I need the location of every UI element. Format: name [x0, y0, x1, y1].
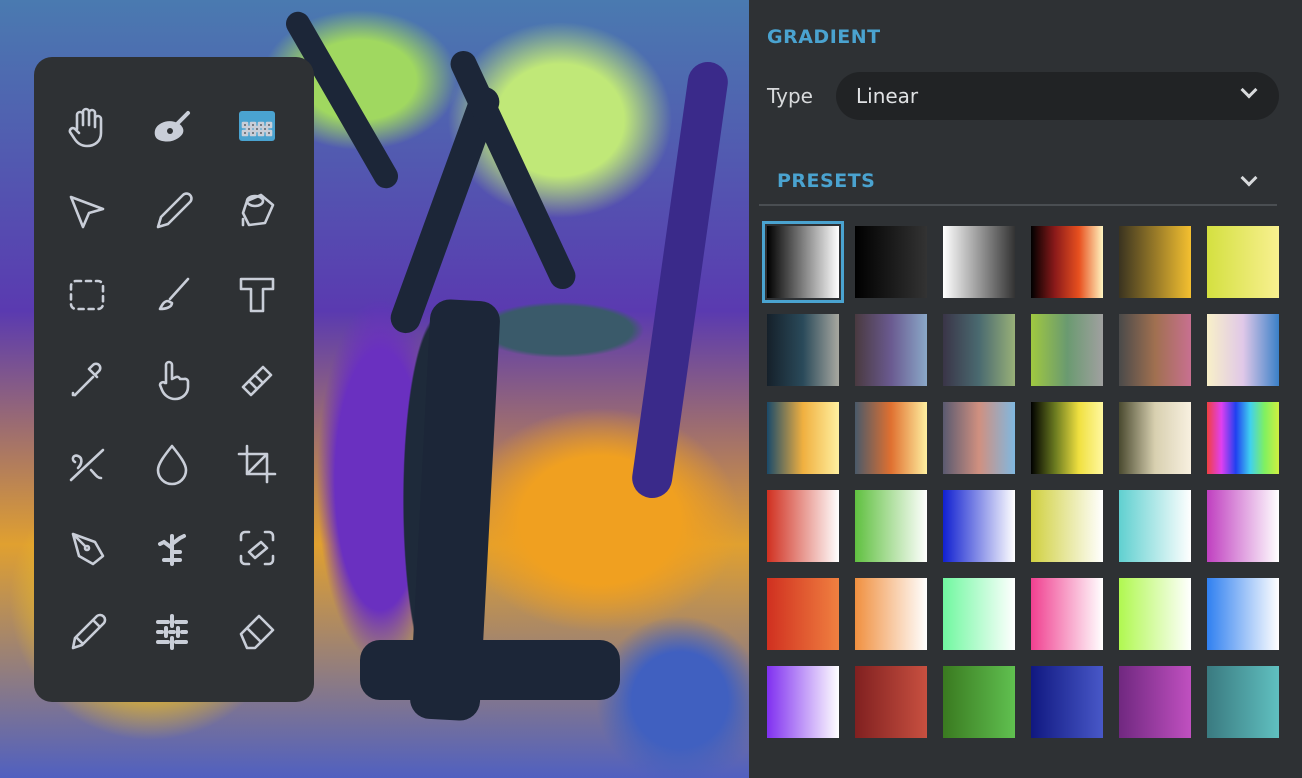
gradient-icon — [239, 111, 276, 142]
preset-swatch[interactable] — [855, 314, 927, 386]
preset-swatch[interactable] — [1119, 226, 1191, 298]
paint-bucket-icon — [242, 193, 275, 227]
preset-swatch[interactable] — [1119, 490, 1191, 562]
eraser-select-icon — [240, 530, 275, 566]
pen-nib-icon — [71, 532, 104, 566]
stamp-icon — [242, 366, 273, 397]
grid-pattern-icon — [155, 613, 188, 650]
select-arrow-icon — [69, 195, 104, 229]
tool-crop[interactable] — [215, 422, 300, 506]
preset-swatch[interactable] — [943, 490, 1015, 562]
tool-finger-smudge[interactable] — [129, 337, 214, 421]
blur-drop-icon — [156, 444, 188, 485]
tool-eraser[interactable] — [215, 590, 300, 674]
preset-swatch[interactable] — [855, 226, 927, 298]
tool-hand[interactable] — [44, 85, 129, 169]
presets-heading: PRESETS — [777, 170, 876, 192]
eyedropper-icon — [71, 362, 102, 397]
preset-swatch[interactable] — [1207, 578, 1279, 650]
preset-swatch[interactable] — [943, 578, 1015, 650]
tool-blur-drop[interactable] — [129, 422, 214, 506]
preset-swatch[interactable] — [1031, 578, 1103, 650]
preset-swatch[interactable] — [1207, 226, 1279, 298]
pencil-alt-icon — [71, 613, 106, 650]
preset-swatch[interactable] — [943, 226, 1015, 298]
preset-swatch[interactable] — [767, 490, 839, 562]
type-label: Type — [767, 84, 813, 108]
preset-swatch[interactable] — [1207, 666, 1279, 738]
tool-grid-pattern[interactable] — [129, 590, 214, 674]
presets-grid — [762, 221, 1279, 738]
tool-tree-pattern[interactable] — [129, 506, 214, 590]
finger-smudge-icon — [158, 361, 190, 401]
tool-paint-bucket[interactable] — [215, 169, 300, 253]
gradient-type-select[interactable]: Linear — [836, 72, 1279, 120]
tool-pencil[interactable] — [129, 169, 214, 253]
presets-section-toggle[interactable]: PRESETS — [759, 162, 1277, 206]
eraser-icon — [240, 614, 275, 650]
preset-swatch[interactable] — [1031, 666, 1103, 738]
preset-swatch[interactable] — [1031, 314, 1103, 386]
hand-icon — [68, 107, 102, 148]
chevron-down-icon — [1240, 169, 1258, 187]
tool-brush[interactable] — [129, 253, 214, 337]
preset-swatch[interactable] — [855, 578, 927, 650]
tree-right — [629, 59, 731, 501]
preset-swatch[interactable] — [1207, 490, 1279, 562]
tool-pen-nib[interactable] — [44, 506, 129, 590]
preset-swatch[interactable] — [1119, 666, 1191, 738]
chevron-down-icon — [1240, 81, 1258, 99]
tool-text[interactable] — [215, 253, 300, 337]
tool-eyedropper[interactable] — [44, 337, 129, 421]
preset-swatch[interactable] — [1031, 490, 1103, 562]
preset-swatch[interactable] — [767, 402, 839, 474]
preset-swatch[interactable] — [855, 402, 927, 474]
preset-swatch[interactable] — [1119, 314, 1191, 386]
preset-swatch[interactable] — [1031, 402, 1103, 474]
preset-swatch[interactable] — [1119, 578, 1191, 650]
preset-swatch[interactable] — [855, 666, 927, 738]
preset-swatch[interactable] — [767, 578, 839, 650]
palette-icon — [154, 111, 190, 142]
tool-pencil-alt[interactable] — [44, 590, 129, 674]
stroke-pen-icon — [69, 448, 104, 481]
tree-pattern-icon — [157, 533, 186, 566]
gradient-panel: GRADIENT Type Linear PRESETS — [749, 0, 1302, 778]
crop-icon — [238, 444, 277, 483]
tool-stroke-pen[interactable] — [44, 422, 129, 506]
pencil-icon — [156, 192, 193, 229]
tool-palette[interactable] — [129, 85, 214, 169]
preset-swatch[interactable] — [1207, 402, 1279, 474]
marquee-icon — [69, 280, 104, 311]
preset-swatch[interactable] — [943, 402, 1015, 474]
tree-roots — [360, 640, 620, 700]
tool-select-arrow[interactable] — [44, 169, 129, 253]
preset-swatch[interactable] — [943, 314, 1015, 386]
brush-icon — [158, 278, 190, 311]
text-icon — [240, 278, 275, 313]
preset-swatch[interactable] — [1031, 226, 1103, 298]
tool-palette — [34, 57, 314, 702]
type-value: Linear — [856, 84, 919, 108]
tool-marquee[interactable] — [44, 253, 129, 337]
tool-stamp[interactable] — [215, 337, 300, 421]
preset-swatch[interactable] — [1119, 402, 1191, 474]
preset-swatch[interactable] — [943, 666, 1015, 738]
tool-eraser-select[interactable] — [215, 506, 300, 590]
preset-swatch[interactable] — [767, 666, 839, 738]
preset-swatch[interactable] — [767, 314, 839, 386]
preset-swatch[interactable] — [855, 490, 927, 562]
tool-gradient[interactable] — [215, 85, 300, 169]
preset-swatch[interactable] — [762, 221, 844, 303]
preset-swatch[interactable] — [1207, 314, 1279, 386]
gradient-heading: GRADIENT — [767, 26, 881, 48]
